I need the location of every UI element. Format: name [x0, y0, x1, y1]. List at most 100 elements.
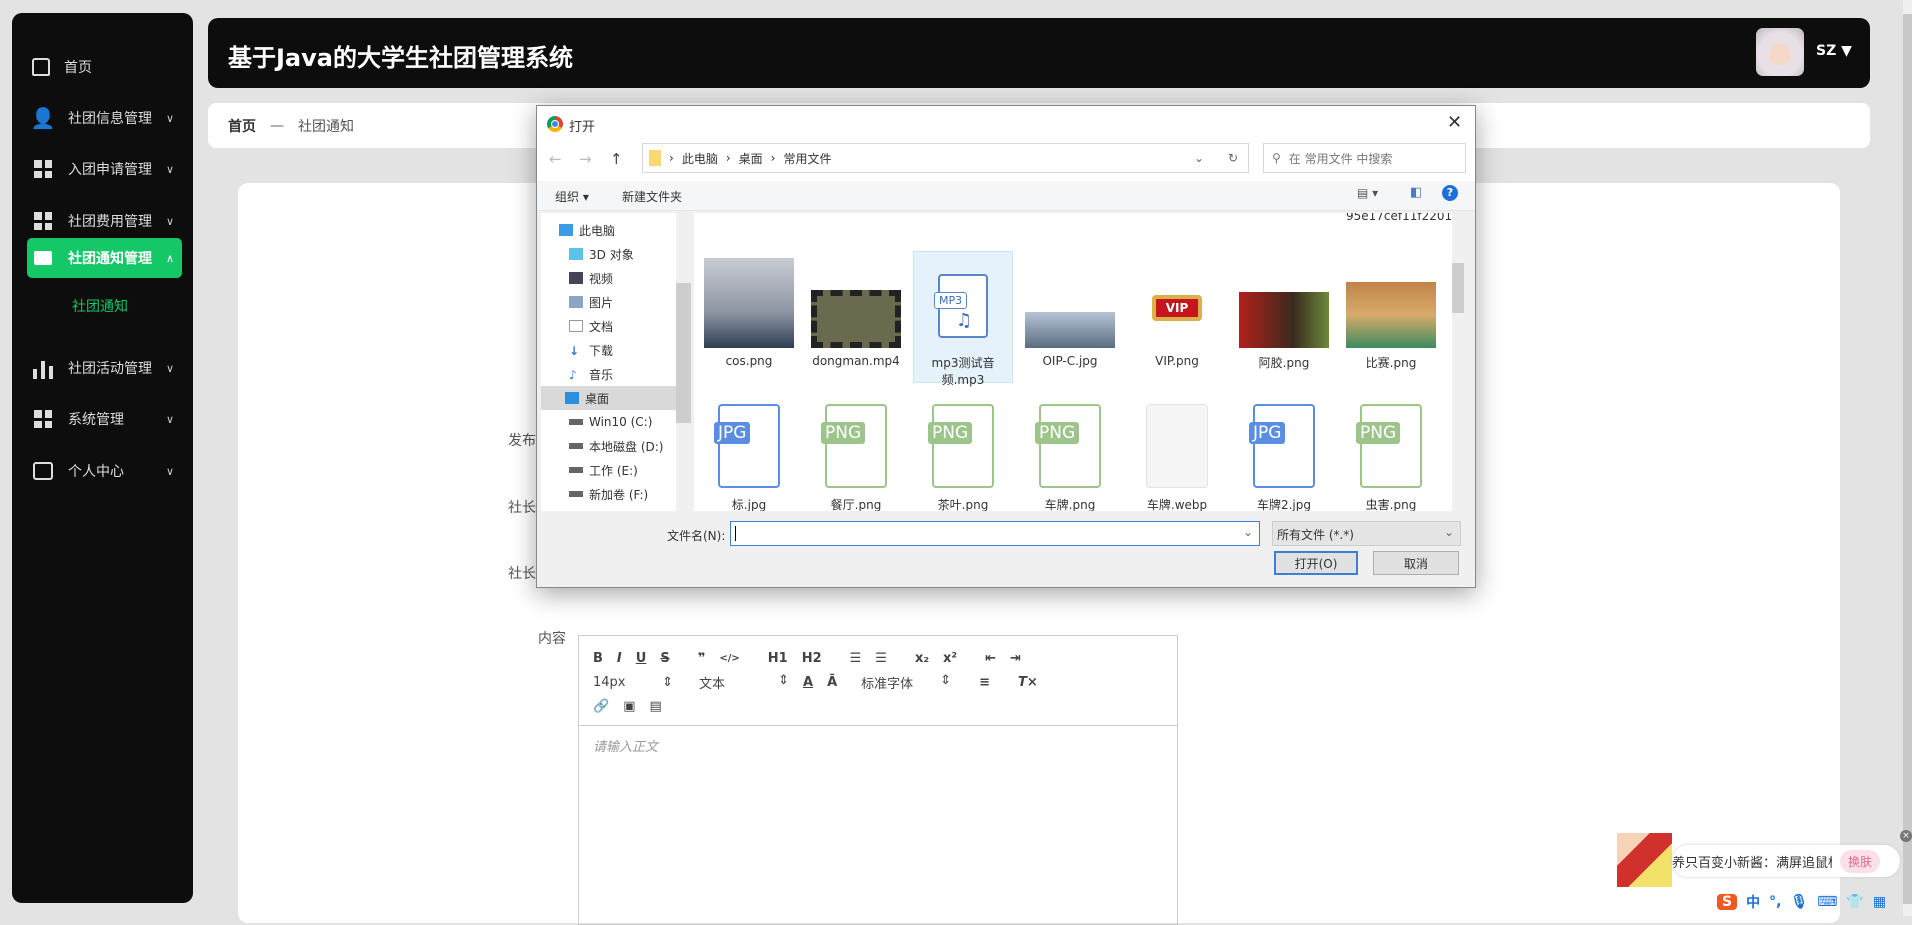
outdent-icon[interactable]: ⇤ [985, 651, 996, 666]
ime-lang-toggle[interactable]: 中 [1746, 892, 1760, 912]
sidebar-item-profile[interactable]: 个人中心 ∨ [32, 451, 182, 491]
caret-down-icon: ▼ [1841, 43, 1852, 59]
italic-button[interactable]: I [617, 651, 622, 666]
path-segment[interactable]: 此电脑 [682, 150, 718, 167]
ime-banner[interactable]: 养只百变小新酱：满屏追鼠标跑 换肤 [1672, 845, 1900, 877]
apps-icon[interactable]: ▦ [1873, 894, 1886, 910]
file-item[interactable]: 车牌.webp [1127, 398, 1227, 511]
nav-item[interactable]: 视频 [569, 266, 691, 290]
path-segment[interactable]: 常用文件 [783, 150, 831, 167]
chevron-down-icon[interactable]: ⌄ [1194, 151, 1204, 165]
ime-skin-button[interactable]: 换肤 [1840, 849, 1881, 873]
address-bar[interactable]: › 此电脑 › 桌面 › 常用文件 ⌄ ↻ [642, 143, 1249, 173]
preview-pane-icon[interactable]: ◧ [1410, 185, 1422, 200]
nav-item[interactable]: ↓ 下载 [569, 338, 691, 362]
file-list-scrollbar[interactable] [1452, 213, 1464, 511]
nav-item[interactable]: Win10 (C:) [569, 410, 691, 434]
search-input[interactable]: ⚲ 在 常用文件 中搜索 [1263, 143, 1466, 173]
filename-input[interactable]: ⌄ [730, 521, 1260, 546]
keyboard-icon[interactable]: ⌨ [1817, 894, 1837, 910]
font-family-select[interactable]: 标准字体 ⇕ [861, 673, 951, 692]
path-segment[interactable]: 桌面 [739, 150, 763, 167]
file-item[interactable]: cos.png [699, 258, 799, 368]
sidebar-item-join-apply[interactable]: 入团申请管理 ∨ [32, 149, 182, 189]
chevron-down-icon: ∨ [165, 214, 174, 228]
file-item[interactable]: JPG 车牌2.jpg [1234, 398, 1334, 511]
nav-item[interactable]: 新加卷 (F:) [569, 482, 691, 506]
image-icon[interactable]: ▣ [623, 699, 635, 714]
organize-menu[interactable]: 组织 ▾ [555, 188, 589, 205]
up-icon[interactable]: ↑ [610, 150, 623, 168]
breadcrumb-home[interactable]: 首页 [228, 116, 256, 136]
sidebar-subitem-notice[interactable]: 社团通知 [72, 296, 128, 316]
nav-scrollbar[interactable] [676, 213, 691, 511]
subscript-button[interactable]: x₂ [915, 651, 929, 666]
align-icon[interactable]: ≡ [979, 675, 990, 690]
chevron-down-icon: ∨ [165, 464, 174, 478]
new-folder-button[interactable]: 新建文件夹 [622, 188, 682, 205]
file-item-partial[interactable]: 95e17cef11f22010e8.jpg [1346, 213, 1464, 223]
nav-item[interactable]: 文档 [569, 314, 691, 338]
sidebar-item-system[interactable]: 系统管理 ∨ [32, 399, 182, 439]
help-icon[interactable]: ? [1442, 185, 1458, 201]
h1-button[interactable]: H1 [768, 651, 788, 666]
file-item[interactable]: PNG 餐厅.png [806, 398, 906, 511]
sidebar-item-club-info[interactable]: 👤 社团信息管理 ∨ [31, 98, 182, 138]
nav-item[interactable]: 此电脑 [559, 218, 691, 242]
file-item[interactable]: 阿胶.png [1234, 258, 1334, 371]
file-type-select[interactable]: 所有文件 (*.*) ⌄ [1272, 521, 1461, 546]
block-format-select[interactable]: 文本 ⇕ [699, 673, 789, 692]
avatar[interactable] [1756, 28, 1804, 76]
nav-item[interactable]: 3D 对象 [569, 242, 691, 266]
font-color-icon[interactable]: A [803, 675, 813, 690]
file-item-selected[interactable]: MP3 ♫ mp3测试音频.mp3 [913, 251, 1013, 387]
sidebar-item-home[interactable]: 首页 [32, 47, 182, 87]
close-icon[interactable]: × [1900, 830, 1912, 842]
h2-button[interactable]: H2 [802, 651, 822, 666]
sidebar-item-notice-mgmt[interactable]: 社团通知管理 ∧ [27, 238, 182, 278]
file-item[interactable]: dongman.mp4 [806, 258, 906, 368]
font-size-select[interactable]: 14px ⇕ [593, 675, 673, 690]
underline-button[interactable]: U [636, 651, 647, 666]
superscript-button[interactable]: x² [943, 651, 957, 666]
nav-item[interactable]: ♪ 音乐 [569, 362, 691, 386]
ime-punct-toggle[interactable]: °, [1769, 894, 1781, 910]
editor-body[interactable]: 请输入正文 [579, 726, 1177, 765]
close-icon[interactable]: ✕ [1447, 112, 1462, 133]
nav-item[interactable]: 本地磁盘 (D:) [569, 434, 691, 458]
bold-button[interactable]: B [593, 651, 603, 666]
microphone-icon[interactable]: 🎙 [1790, 894, 1808, 910]
back-icon[interactable]: ← [549, 150, 562, 168]
nav-item[interactable]: 工作 (E:) [569, 458, 691, 482]
nav-item-selected[interactable]: 桌面 [541, 386, 676, 410]
file-item[interactable]: PNG 车牌.png [1020, 398, 1120, 511]
background-color-icon[interactable]: Ā [827, 675, 837, 690]
bullet-list-icon[interactable]: ☰ [875, 651, 887, 666]
sidebar-item-fees[interactable]: 社团费用管理 ∨ [32, 201, 182, 241]
open-button[interactable]: 打开(O) [1274, 551, 1358, 575]
indent-icon[interactable]: ⇥ [1010, 651, 1021, 666]
ordered-list-icon[interactable]: ☰ [850, 651, 862, 666]
user-menu[interactable]: SZ ▼ [1816, 43, 1852, 59]
blockquote-button[interactable]: ❞ [698, 651, 706, 666]
nav-item[interactable]: 图片 [569, 290, 691, 314]
refresh-icon[interactable]: ↻ [1228, 151, 1238, 165]
code-button[interactable]: </> [719, 653, 739, 664]
video-icon[interactable]: ▤ [649, 699, 661, 714]
file-item[interactable]: PNG 茶叶.png [913, 398, 1013, 511]
link-icon[interactable]: 🔗 [593, 699, 609, 714]
file-item[interactable]: JPG 标.jpg [699, 398, 799, 511]
file-item[interactable]: VIP VIP.png [1127, 258, 1227, 368]
view-options-icon[interactable]: ▤ ▾ [1357, 186, 1378, 200]
image-thumbnail [1346, 282, 1436, 348]
page-scrollbar[interactable] [1903, 0, 1912, 916]
cancel-button[interactable]: 取消 [1373, 551, 1459, 575]
file-item[interactable]: OIP-C.jpg [1020, 258, 1120, 368]
file-item[interactable]: PNG 虫害.png [1341, 398, 1441, 511]
file-item[interactable]: 比赛.png [1341, 258, 1441, 371]
skin-icon[interactable]: 👕 [1846, 894, 1863, 910]
clear-format-icon[interactable]: T× [1018, 675, 1038, 690]
forward-icon[interactable]: → [579, 150, 592, 168]
sidebar-item-activities[interactable]: 社团活动管理 ∨ [32, 348, 182, 388]
strike-button[interactable]: S [660, 651, 669, 666]
